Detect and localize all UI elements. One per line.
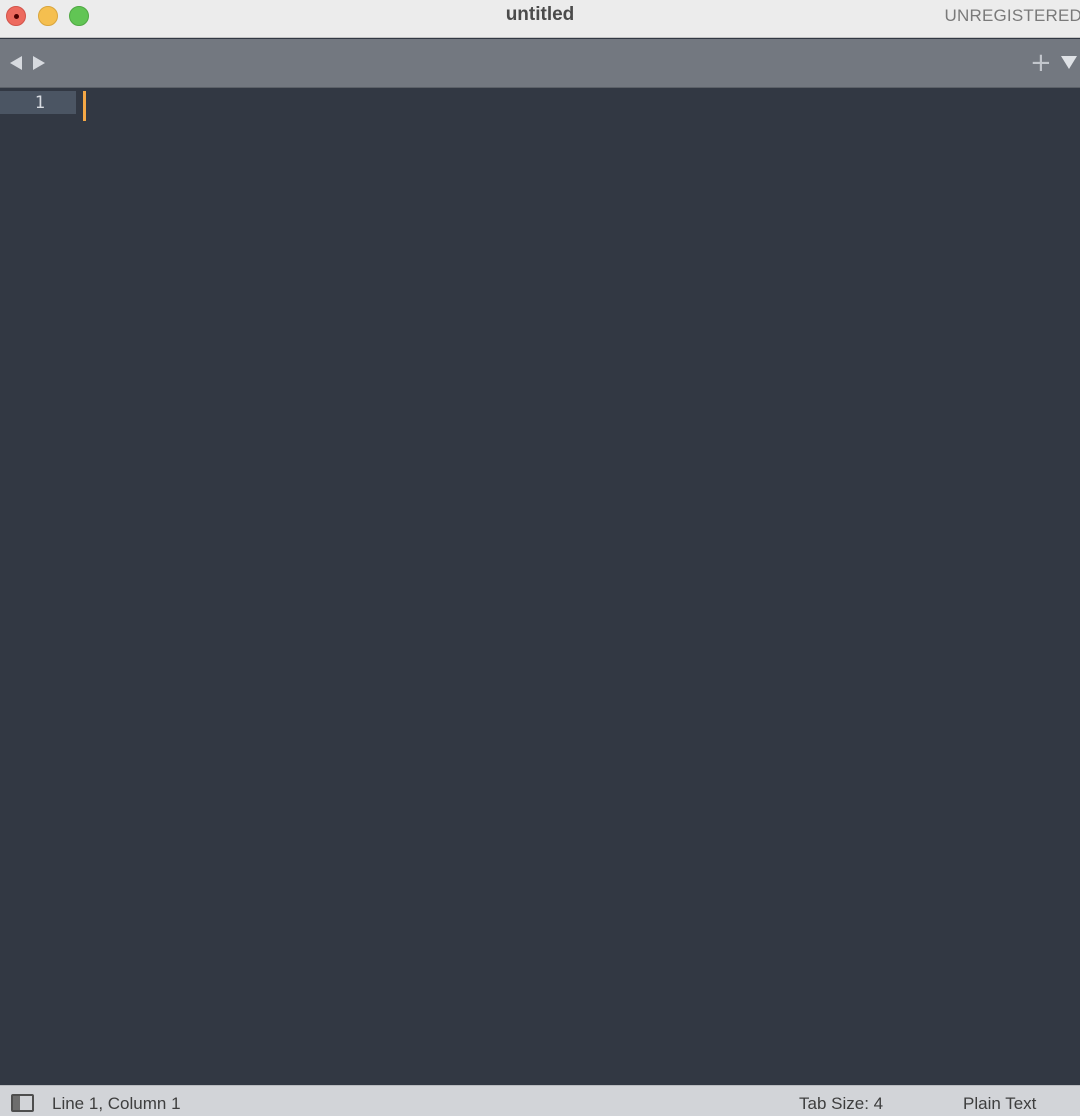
tab-back-icon[interactable] xyxy=(10,56,22,70)
gutter-current-line: 1 xyxy=(0,91,76,114)
tab-list-dropdown-icon[interactable] xyxy=(1061,56,1077,69)
text-caret xyxy=(83,91,86,121)
new-tab-button[interactable]: + xyxy=(1030,50,1052,76)
unregistered-label: UNREGISTERED xyxy=(944,6,1080,25)
text-editor-area[interactable]: 1 xyxy=(0,89,1080,1085)
title-bar: untitled UNREGISTERED xyxy=(0,0,1080,38)
sidebar-toggle-icon[interactable] xyxy=(11,1094,34,1112)
syntax-selector[interactable]: Plain Text xyxy=(963,1094,1036,1114)
editor-window: untitled UNREGISTERED + 1 Line 1, Column… xyxy=(0,0,1080,1116)
tab-bar: + xyxy=(0,39,1080,88)
line-number: 1 xyxy=(34,93,45,113)
tab-size-selector[interactable]: Tab Size: 4 xyxy=(799,1094,883,1114)
cursor-position: Line 1, Column 1 xyxy=(52,1094,181,1113)
tab-forward-icon[interactable] xyxy=(33,56,45,70)
window-title: untitled xyxy=(505,4,575,25)
status-bar: Line 1, Column 1 Tab Size: 4 Plain Text xyxy=(0,1085,1080,1116)
